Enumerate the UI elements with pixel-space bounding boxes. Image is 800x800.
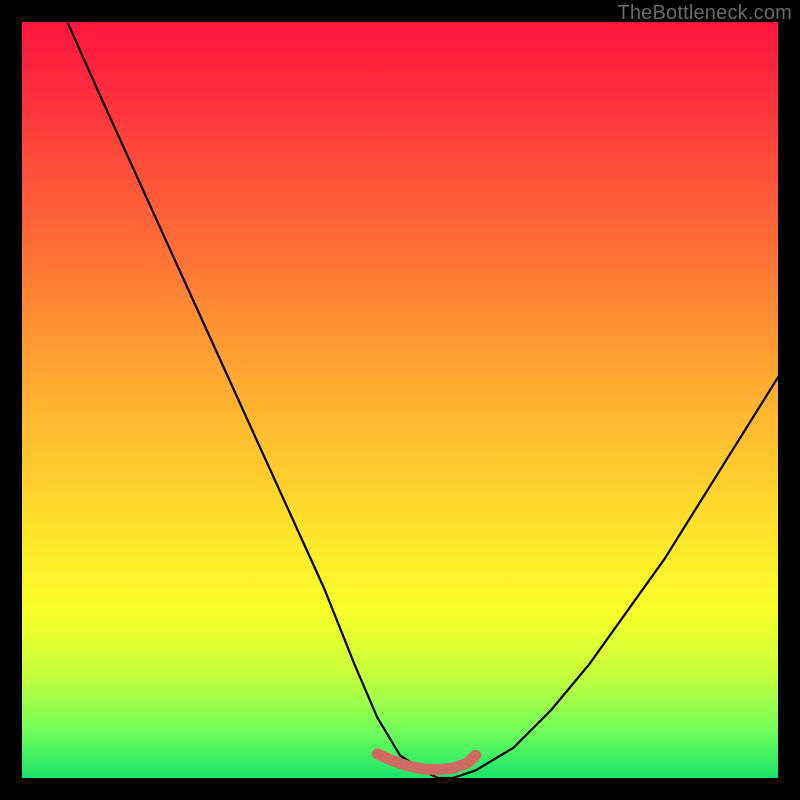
- chart-frame: TheBottleneck.com: [0, 0, 800, 800]
- plot-area: [22, 22, 778, 778]
- bottleneck-curve: [67, 22, 778, 778]
- optimal-zone-marker: [377, 754, 475, 770]
- curve-svg: [22, 22, 778, 778]
